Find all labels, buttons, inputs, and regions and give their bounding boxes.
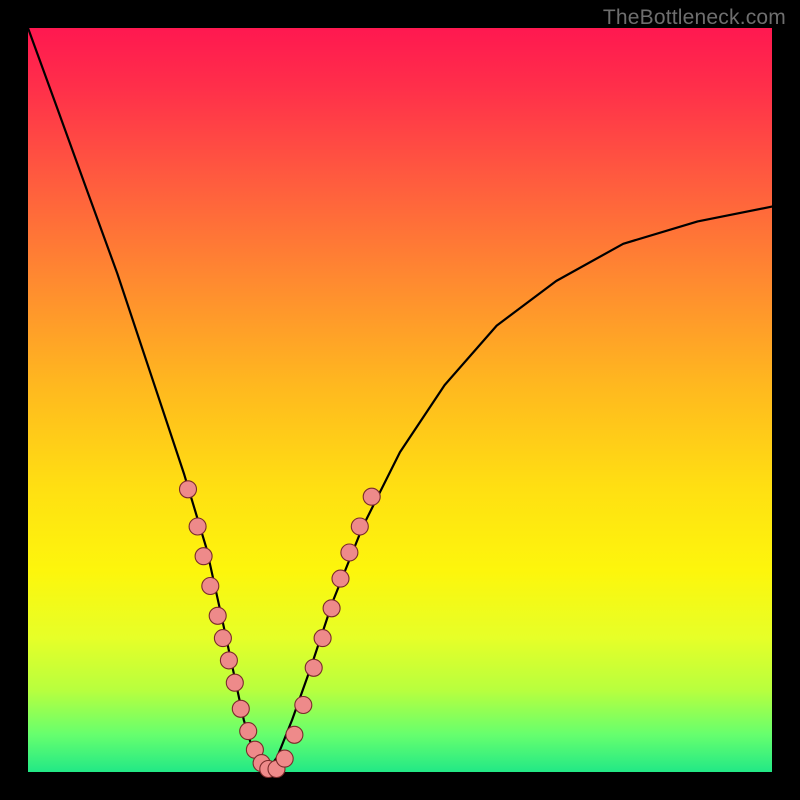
- data-point: [332, 570, 349, 587]
- watermark-text: TheBottleneck.com: [603, 6, 786, 30]
- data-point: [314, 630, 331, 647]
- chart-svg: [28, 28, 772, 772]
- data-point: [226, 674, 243, 691]
- data-point: [363, 488, 380, 505]
- data-points-group: [180, 481, 381, 778]
- data-point: [341, 544, 358, 561]
- data-point: [295, 697, 312, 714]
- data-point: [232, 700, 249, 717]
- data-point: [214, 630, 231, 647]
- data-point: [180, 481, 197, 498]
- data-point: [286, 726, 303, 743]
- plot-area: [28, 28, 772, 772]
- bottleneck-curve: [28, 28, 772, 772]
- data-point: [189, 518, 206, 535]
- data-point: [202, 578, 219, 595]
- data-point: [323, 600, 340, 617]
- data-point: [305, 659, 322, 676]
- data-point: [240, 723, 257, 740]
- chart-frame: TheBottleneck.com: [0, 0, 800, 800]
- data-point: [209, 607, 226, 624]
- data-point: [351, 518, 368, 535]
- data-point: [276, 750, 293, 767]
- data-point: [195, 548, 212, 565]
- data-point: [220, 652, 237, 669]
